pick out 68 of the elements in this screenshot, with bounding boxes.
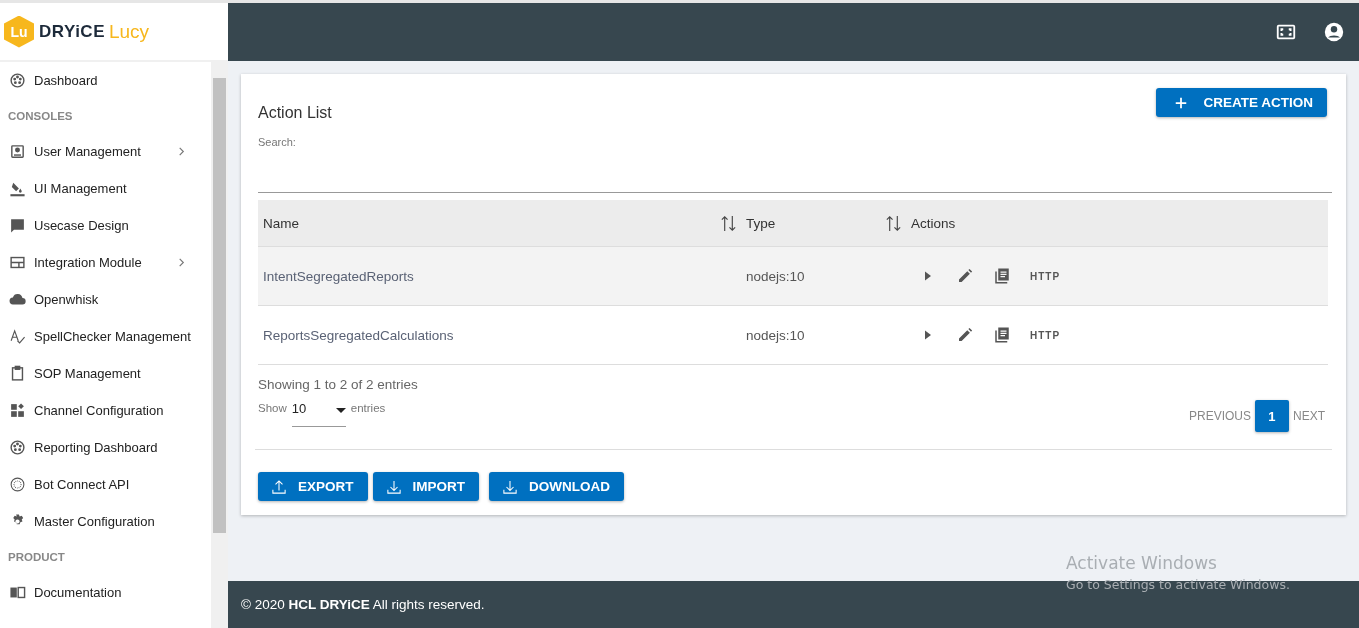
create-action-button[interactable]: CREATE ACTION [1155,88,1327,117]
download-button[interactable]: DOWNLOAD [489,472,624,501]
table-row[interactable]: IntentSegregatedReports nodejs:10 HTTP [258,247,1328,306]
column-header[interactable]: Name [263,215,299,231]
widgets-icon [9,402,26,419]
page-button[interactable]: 1 [1255,400,1289,432]
clip-icon [9,365,26,382]
table-cell: IntentSegregatedReports [263,268,414,284]
table-cell: nodejs:10 [746,268,805,284]
sidebar-item[interactable]: Integration Module [0,244,211,281]
sidebar-item[interactable]: User Management [0,133,211,170]
http-link[interactable]: HTTP [1030,329,1061,341]
sidebar-item[interactable]: UI Management [0,170,211,207]
chevron-right-icon [177,258,186,267]
table-cell: ReportsSegregatedCalculations [263,327,454,343]
globe-icon [9,476,26,493]
sidebar-item[interactable]: Openwhisk [0,281,211,318]
footer-text: © 2020 HCL DRYiCE All rights reserved. [241,597,485,612]
sidebar-item[interactable]: Usecase Design [0,207,211,244]
logo-product: Lucy [109,20,150,43]
previous-link[interactable]: PREVIOUS [1188,409,1251,423]
paint-icon [9,180,26,197]
scrollbar[interactable] [211,62,228,628]
column-header[interactable]: Actions [911,215,956,231]
caret-icon [335,408,346,414]
user-icon [9,143,26,160]
sidebar-item[interactable]: SpellChecker Management [0,318,211,355]
sidebar-item[interactable]: Bot Connect API [0,466,211,503]
search-label: Search: [258,136,297,148]
sidebar-item[interactable]: Channel Configuration [0,392,211,429]
chat-icon [9,217,26,234]
show-label: Show [258,402,287,414]
entries-label: entries [350,402,386,414]
table-cell: nodejs:10 [746,327,805,343]
spell-icon [9,328,26,345]
column-header[interactable]: Type [746,215,776,231]
activation-title: Activate Windows [1066,553,1218,573]
logo-brand: DRYiCE [39,21,105,42]
next-link[interactable]: NEXT [1293,409,1325,423]
library-icon[interactable] [993,267,1011,285]
upload-icon [272,479,286,494]
section-heading: PRODUCT [7,550,66,565]
entries-select[interactable]: 10 [291,400,346,427]
sidebar-item[interactable]: Dashboard [0,62,211,99]
section-heading: CONSOLES [7,109,74,124]
sort-icon[interactable] [884,213,903,233]
account-icon[interactable] [1323,21,1345,43]
http-link[interactable]: HTTP [1030,270,1061,282]
library-icon[interactable] [993,326,1011,344]
module-icon [9,254,26,271]
sort-icon[interactable] [719,213,738,233]
chevron-right-icon [177,147,186,156]
download-button[interactable]: IMPORT [372,472,479,501]
sidebar-item[interactable]: Master Configuration [0,503,211,540]
download-icon [503,479,517,494]
sidebar-item[interactable]: Documentation [0,574,211,611]
edit-icon[interactable] [956,267,974,285]
card-title: Action List [258,104,332,122]
book-icon [9,584,26,601]
plus-icon [1173,95,1188,110]
logo-badge: Lu [4,15,34,48]
sidebar-item[interactable]: Reporting Dashboard [0,429,211,466]
table-info: Showing 1 to 2 of 2 entries [258,377,419,392]
activation-text: Go to Settings to activate Windows. [1066,577,1290,592]
download-icon [386,479,401,494]
sidebar-item[interactable]: SOP Management [0,355,211,392]
export-button[interactable]: EXPORT [258,472,368,501]
edit-icon[interactable] [956,326,974,344]
